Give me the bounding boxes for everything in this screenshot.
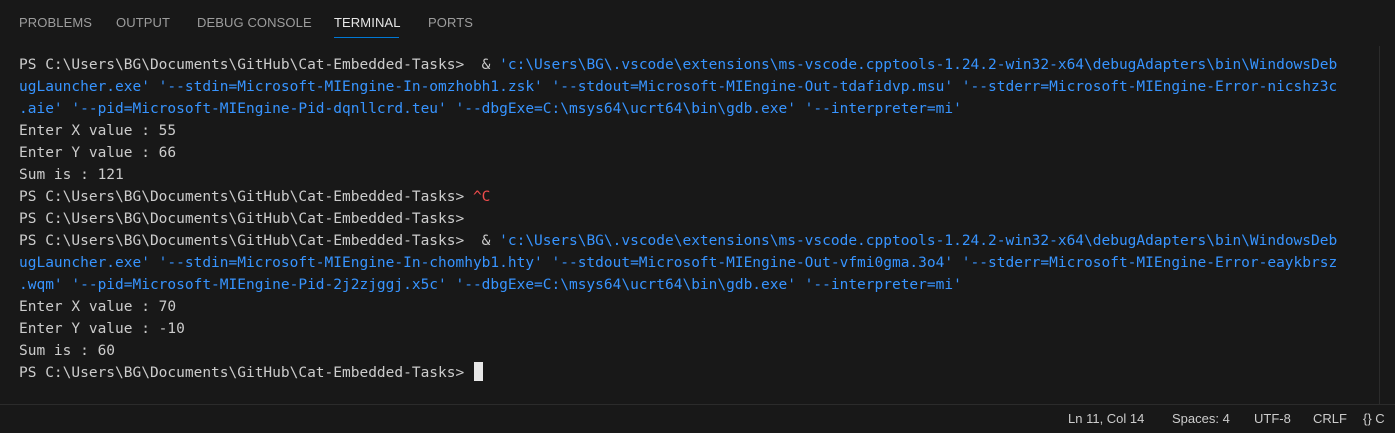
active-tab-indicator: [334, 37, 399, 38]
line-ending-status[interactable]: CRLF: [1313, 411, 1347, 426]
terminal-scrollbar[interactable]: [1379, 46, 1395, 404]
terminal-line: Sum is : 60: [19, 340, 1379, 362]
terminal-text: Enter X value : 55: [19, 123, 177, 139]
status-bar: Ln 11, Col 14 Spaces: 4 UTF-8 CRLF {} C: [0, 404, 1395, 433]
language-mode-status[interactable]: {} C: [1363, 411, 1385, 426]
terminal-line: .aie' '--pid=Microsoft-MIEngine-Pid-dqnl…: [19, 98, 1379, 120]
terminal-text: Enter Y value : -10: [19, 321, 185, 337]
terminal-text: PS C:\Users\BG\Documents\GitHub\Cat-Embe…: [19, 57, 500, 73]
terminal-text: PS C:\Users\BG\Documents\GitHub\Cat-Embe…: [19, 365, 473, 381]
terminal-text: PS C:\Users\BG\Documents\GitHub\Cat-Embe…: [19, 233, 500, 249]
terminal-line: Enter Y value : -10: [19, 318, 1379, 340]
terminal-line: Enter Y value : 66: [19, 142, 1379, 164]
terminal-text: Sum is : 121: [19, 167, 124, 183]
tab-problems[interactable]: PROBLEMS: [19, 15, 92, 30]
terminal-line: PS C:\Users\BG\Documents\GitHub\Cat-Embe…: [19, 54, 1379, 76]
terminal-command-argument: .aie' '--pid=Microsoft-MIEngine-Pid-dqnl…: [19, 101, 962, 117]
terminal-text: Enter Y value : 66: [19, 145, 177, 161]
terminal-cursor: [473, 362, 483, 381]
terminal-text: Enter X value : 70: [19, 299, 177, 315]
terminal-line: ugLauncher.exe' '--stdin=Microsoft-MIEng…: [19, 76, 1379, 98]
interrupt-signal: ^C: [472, 189, 491, 205]
terminal-text: PS C:\Users\BG\Documents\GitHub\Cat-Embe…: [19, 211, 465, 227]
terminal-text: Sum is : 60: [19, 343, 116, 359]
tab-debug-console[interactable]: DEBUG CONSOLE: [197, 15, 312, 30]
terminal-command-argument: ugLauncher.exe' '--stdin=Microsoft-MIEng…: [19, 79, 1338, 95]
terminal-command-argument: 'c:\Users\BG\.vscode\extensions\ms-vscod…: [499, 233, 1338, 249]
terminal-output[interactable]: PS C:\Users\BG\Documents\GitHub\Cat-Embe…: [19, 54, 1379, 398]
terminal-line: Sum is : 121: [19, 164, 1379, 186]
terminal-line: Enter X value : 55: [19, 120, 1379, 142]
terminal-command-argument: ugLauncher.exe' '--stdin=Microsoft-MIEng…: [19, 255, 1338, 271]
tab-output[interactable]: OUTPUT: [116, 15, 170, 30]
terminal-line: PS C:\Users\BG\Documents\GitHub\Cat-Embe…: [19, 186, 1379, 208]
tab-terminal[interactable]: TERMINAL: [334, 15, 401, 30]
terminal-command-argument: 'c:\Users\BG\.vscode\extensions\ms-vscod…: [499, 57, 1338, 73]
terminal-line: ugLauncher.exe' '--stdin=Microsoft-MIEng…: [19, 252, 1379, 274]
terminal-line: PS C:\Users\BG\Documents\GitHub\Cat-Embe…: [19, 230, 1379, 252]
terminal-line: Enter X value : 70: [19, 296, 1379, 318]
terminal-line: PS C:\Users\BG\Documents\GitHub\Cat-Embe…: [19, 208, 1379, 230]
terminal-line: .wqm' '--pid=Microsoft-MIEngine-Pid-2j2z…: [19, 274, 1379, 296]
terminal-line: PS C:\Users\BG\Documents\GitHub\Cat-Embe…: [19, 362, 1379, 384]
tab-ports[interactable]: PORTS: [428, 15, 473, 30]
indentation-status[interactable]: Spaces: 4: [1172, 411, 1230, 426]
terminal-command-argument: .wqm' '--pid=Microsoft-MIEngine-Pid-2j2z…: [19, 277, 962, 293]
encoding-status[interactable]: UTF-8: [1254, 411, 1291, 426]
cursor-position-status[interactable]: Ln 11, Col 14: [1068, 411, 1144, 426]
terminal-text: PS C:\Users\BG\Documents\GitHub\Cat-Embe…: [19, 189, 473, 205]
panel-tab-bar: PROBLEMS OUTPUT DEBUG CONSOLE TERMINAL P…: [0, 0, 1395, 46]
